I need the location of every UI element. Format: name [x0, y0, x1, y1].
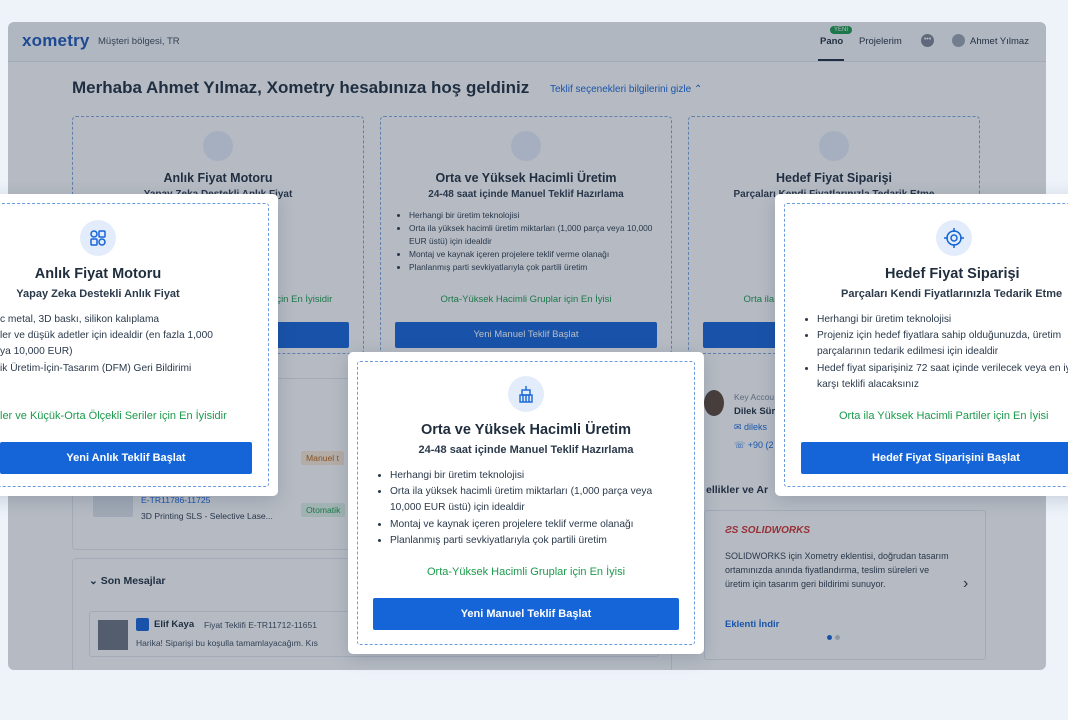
card-best-for: Orta ila Yüksek Hacimli Partiler için En…	[839, 410, 1049, 422]
bullet: Herhangi bir üretim teknolojisi	[817, 312, 1068, 328]
factory-icon	[508, 376, 544, 412]
bullet: Hedef fiyat siparişiniz 72 saat içinde v…	[817, 361, 1068, 377]
start-target-price-button[interactable]: Hedef Fiyat Siparişini Başlat	[801, 442, 1068, 474]
start-instant-quote-button[interactable]: Yeni Anlık Teklif Başlat	[0, 442, 252, 474]
instant-quote-icon	[80, 220, 116, 256]
bullet: ya 10,000 EUR)	[0, 346, 73, 358]
bullet-continued: 10,000 EUR üstü) için idealdir	[390, 502, 525, 514]
card-subtitle: Parçaları Kendi Fiyatlarınızla Tedarik E…	[841, 288, 1063, 300]
card-title: Anlık Fiyat Motoru	[34, 266, 162, 282]
bullet: ik Üretim-İçin-Tasarım (DFM) Geri Bildir…	[0, 362, 192, 374]
bullet-continued: karşı teklifi alacaksınız	[817, 378, 919, 390]
card-bullets: Herhangi bir üretim teknolojisi Projeniz…	[817, 312, 1068, 393]
bullet: Herhangi bir üretim teknolojisi	[390, 468, 690, 484]
card-title: Hedef Fiyat Siparişi	[885, 266, 1020, 282]
bullet: ler ve düşük adetler için idealdir (en f…	[0, 330, 213, 342]
card-subtitle: 24-48 saat içinde Manuel Teklif Hazırlam…	[418, 444, 634, 456]
card-title: Orta ve Yüksek Hacimli Üretim	[420, 422, 632, 438]
bullet: Projeniz için hedef fiyatlara sahip oldu…	[817, 328, 1068, 344]
target-price-card: Hedef Fiyat Siparişi Parçaları Kendi Fiy…	[775, 194, 1068, 496]
card-bullets: Herhangi bir üretim teknolojisi Orta ila…	[390, 468, 690, 549]
bullet: Orta ila yüksek hacimli üretim miktarlar…	[390, 484, 690, 500]
bullet: c metal, 3D baskı, silikon kalıplama	[0, 314, 160, 325]
start-manual-quote-button[interactable]: Yeni Manuel Teklif Başlat	[373, 598, 679, 630]
bullet: Planlanmış parti sevkiyatlarıyla çok par…	[390, 533, 690, 549]
bullet-continued: parçalarının tedarik edilmesi için ideal…	[817, 346, 999, 358]
manual-quote-card: Orta ve Yüksek Hacimli Üretim 24-48 saat…	[348, 352, 704, 654]
card-best-for: ler ve Küçük-Orta Ölçekli Seriler için E…	[0, 410, 227, 422]
card-subtitle: Yapay Zeka Destekli Anlık Fiyat	[16, 288, 180, 300]
card-best-for: Orta-Yüksek Hacimli Gruplar için En İyis…	[426, 566, 626, 578]
card-bullets: c metal, 3D baskı, silikon kalıplama ler…	[0, 312, 213, 377]
target-icon	[936, 220, 972, 256]
instant-quote-card: Anlık Fiyat Motoru Yapay Zeka Destekli A…	[0, 194, 278, 496]
bullet: Montaj ve kaynak içeren projelere teklif…	[390, 517, 690, 533]
